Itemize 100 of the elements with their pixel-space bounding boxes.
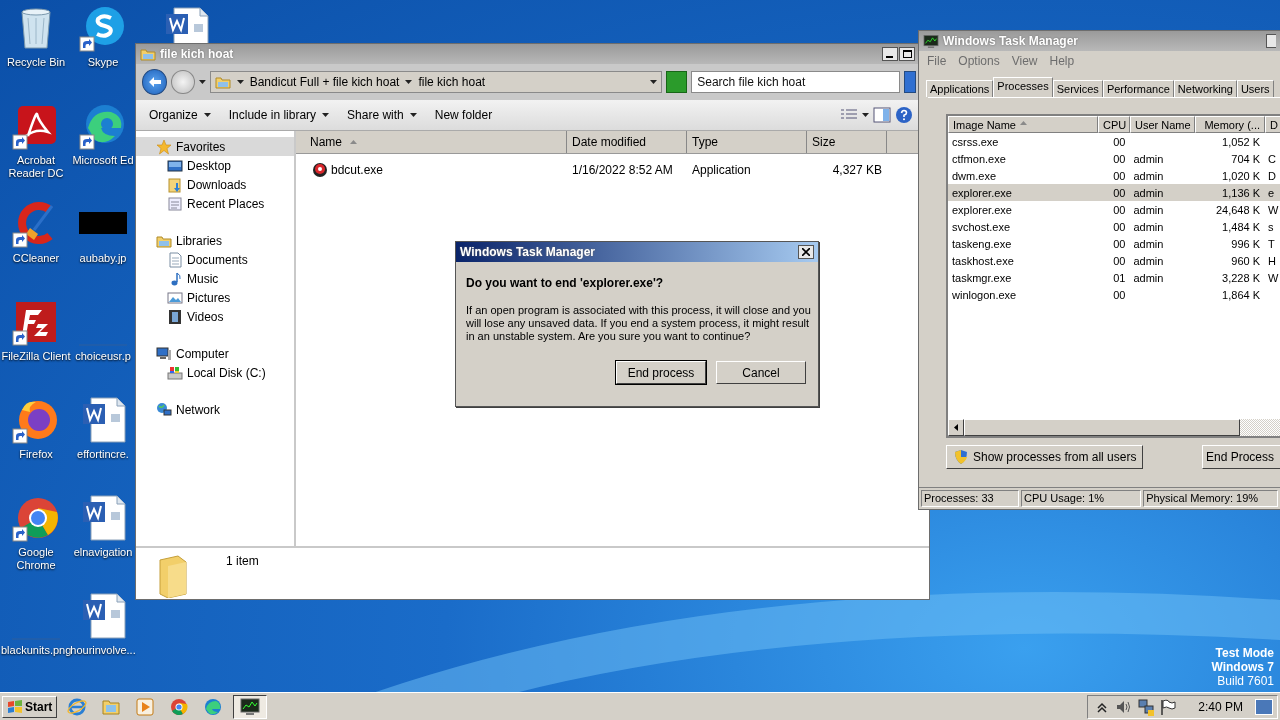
nav-item[interactable]: Documents [136, 250, 294, 269]
desktop-icon-label[interactable]: elnavigation [73, 546, 133, 559]
desktop-icon-label[interactable]: hourinvolve... [70, 644, 136, 657]
system-notice: Build 7601 [1217, 674, 1274, 688]
ie-icon [67, 696, 88, 717]
desktop-icon-label[interactable]: CCleaner [12, 252, 60, 265]
tab[interactable]: Users [1236, 80, 1274, 97]
shield-icon [953, 449, 969, 465]
file-name[interactable]: bdcut.exe [331, 163, 384, 177]
breadcrumb-item[interactable]: Bandicut Full + file kich hoat [249, 75, 400, 89]
back-button[interactable] [142, 69, 168, 95]
nav-item[interactable]: Downloads [136, 175, 294, 194]
column-header[interactable]: Size [807, 131, 887, 153]
column-header[interactable]: CPU [1098, 116, 1130, 133]
tab[interactable]: Processes [993, 77, 1053, 97]
nav-item[interactable]: Music [136, 269, 294, 288]
table-cell-text: explorer.exe [951, 186, 1013, 199]
address-bar[interactable]: Bandicut Full + file kich hoat file kich hoat [209, 71, 662, 93]
dialog-button[interactable]: Cancel [716, 361, 806, 384]
minimize-button[interactable] [1266, 34, 1276, 48]
table-cell-text: 00 [1112, 203, 1127, 216]
desktop-icon-label[interactable]: Firefox [19, 448, 53, 461]
process-row[interactable]: taskmgr.exe 01 admin 3,228 K W [948, 269, 1280, 286]
nav-item[interactable]: Videos [136, 307, 294, 326]
nav-item[interactable]: Computer [136, 344, 294, 363]
desktop-icon-label[interactable]: aubaby.jp [79, 252, 127, 265]
process-row[interactable]: csrss.exe 00 1,052 K [948, 133, 1280, 150]
action-button[interactable]: End Process [1202, 445, 1280, 469]
window-title: file kich hoat [160, 47, 235, 61]
window-title: Windows Task Manager [943, 34, 1080, 48]
help-icon[interactable] [895, 106, 913, 124]
desktop-icon-label[interactable]: Recycle Bin [6, 56, 66, 69]
process-row[interactable]: explorer.exe 00 admin 24,648 K W [948, 201, 1280, 218]
videos-icon [167, 308, 183, 325]
scrollbar-thumb[interactable] [964, 419, 1240, 436]
show-desktop-button[interactable] [1255, 698, 1273, 715]
taskbar-app[interactable] [233, 694, 268, 719]
nav-item[interactable]: Favorites [136, 137, 294, 156]
breadcrumb-item[interactable]: file kich hoat [418, 75, 486, 89]
process-row[interactable]: explorer.exe 00 admin 1,136 K e [948, 184, 1280, 201]
desktop-icon-label[interactable]: choiceusr.p [75, 350, 131, 363]
column-header[interactable]: User Name [1130, 116, 1195, 133]
tab[interactable]: Performance [1102, 80, 1174, 97]
arrow-left-icon [954, 424, 958, 431]
column-header[interactable]: Name [296, 131, 567, 153]
start-button[interactable]: Start [2, 695, 58, 718]
search-field[interactable]: Search file kich hoat [691, 71, 901, 93]
process-row[interactable]: svchost.exe 00 admin 1,484 K s [948, 218, 1280, 235]
preview-pane-icon[interactable] [873, 107, 891, 123]
column-header[interactable]: Type [687, 131, 807, 153]
network-icon[interactable] [1136, 696, 1157, 717]
tab[interactable]: Applications [926, 80, 994, 97]
tab[interactable]: Services [1052, 80, 1103, 97]
process-row[interactable]: taskhost.exe 00 admin 960 K H [948, 252, 1280, 269]
nav-item[interactable]: Local Disk (C:) [136, 363, 294, 382]
toolbar-button[interactable]: Include in library [221, 105, 337, 125]
dialog-button[interactable]: End process [616, 361, 706, 384]
maximize-button[interactable] [899, 47, 915, 61]
table-cell-text: 1,864 K [1221, 288, 1262, 301]
nav-item[interactable]: Libraries [136, 231, 294, 250]
table-cell-text: 996 K [1230, 237, 1262, 250]
desktop-icon-label[interactable]: Acrobat Reader DC [1, 154, 71, 180]
nav-item[interactable]: Pictures [136, 288, 294, 307]
column-header[interactable]: Image Name [948, 116, 1098, 133]
desktop-icon-label[interactable]: Google Chrome [1, 546, 71, 572]
action-button[interactable]: Show processes from all users [946, 445, 1144, 469]
process-row[interactable]: winlogon.exe 00 1,864 K [948, 286, 1280, 303]
toolbar-button[interactable]: Organize [142, 105, 218, 125]
process-row[interactable]: dwm.exe 00 admin 1,020 K D [948, 167, 1280, 184]
tab[interactable]: Networking [1173, 80, 1237, 97]
table-cell-text: 24,648 K [1214, 203, 1261, 216]
recent-icon [167, 195, 183, 212]
column-header[interactable]: Memory (... [1195, 116, 1265, 133]
nav-item[interactable]: Desktop [136, 156, 294, 175]
table-cell: admin [1133, 203, 1164, 216]
menu-item[interactable]: Options [958, 54, 1000, 68]
desktop-icon-label[interactable]: blackunits.png [1, 644, 71, 657]
process-row[interactable]: ctfmon.exe 00 admin 704 K C [948, 150, 1280, 167]
table-cell-text: winlogon.exe [951, 288, 1018, 301]
desktop-icon-label[interactable]: effortincre. [77, 448, 129, 461]
toolbar-button[interactable]: Share with [340, 105, 424, 125]
nav-item[interactable]: Network [136, 400, 294, 419]
desktop-icon-label[interactable]: Microsoft Ed [72, 154, 134, 167]
toolbar-button[interactable]: New folder [427, 105, 500, 125]
column-header[interactable]: Date modified [567, 131, 687, 153]
nav-item[interactable]: Recent Places [136, 194, 294, 213]
back-arrow-icon [147, 76, 162, 88]
process-row[interactable]: taskeng.exe 00 admin 996 K T [948, 235, 1280, 252]
menu-item[interactable]: View [1011, 54, 1038, 68]
minimize-button[interactable] [882, 47, 898, 61]
refresh-button[interactable] [665, 71, 688, 93]
caret-icon [203, 113, 211, 117]
close-button[interactable] [798, 245, 814, 259]
column-header[interactable]: D [1265, 116, 1280, 133]
table-cell-text: 1/16/2022 8:52 AM [571, 163, 674, 177]
desktop-icon-label[interactable]: Skype [87, 56, 119, 69]
taskmgr-icon [240, 696, 261, 717]
desktop-icon-label[interactable]: FileZilla Client [1, 350, 71, 363]
table-cell-text: svchost.exe [951, 220, 1012, 233]
scroll-left-button[interactable] [948, 419, 964, 436]
